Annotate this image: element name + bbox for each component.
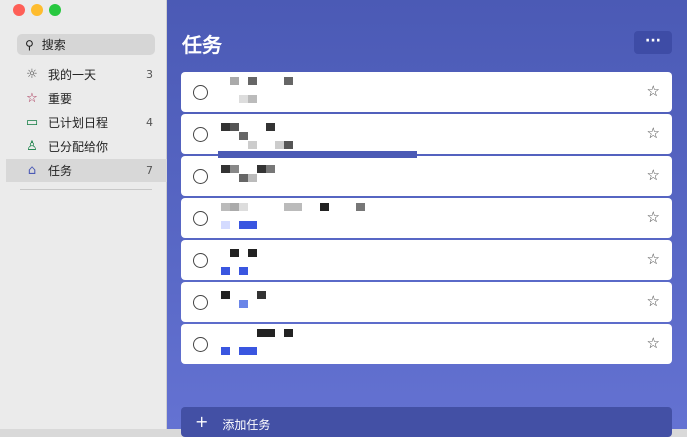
complete-checkbox[interactable] [193, 211, 208, 226]
task-item[interactable]: ☆ [181, 114, 672, 154]
search-label: 搜索 [41, 38, 66, 52]
redacted-title-pixel [257, 329, 266, 337]
sidebar-item-tasks[interactable]: ⌂ 任务 7 [6, 159, 167, 182]
complete-checkbox[interactable] [193, 169, 208, 184]
more-options-button[interactable]: ··· [634, 31, 672, 54]
redacted-title-pixel [356, 203, 365, 211]
add-task-button[interactable]: + 添加任务 [181, 407, 672, 437]
search-input[interactable]: ⚲ 搜索 [17, 34, 155, 55]
redacted-title-pixel [248, 95, 257, 103]
redacted-title-pixel [248, 174, 257, 182]
redaction-bar [218, 151, 417, 158]
redacted-title-pixel [221, 221, 230, 229]
sidebar-item-important[interactable]: ☆ 重要 [6, 87, 167, 110]
redacted-title-pixel [230, 165, 239, 173]
complete-checkbox[interactable] [193, 337, 208, 352]
star-icon[interactable]: ☆ [647, 208, 660, 226]
star-icon[interactable]: ☆ [647, 124, 660, 142]
minimize-button[interactable] [31, 4, 43, 16]
redacted-title-pixel [266, 329, 275, 337]
complete-checkbox[interactable] [193, 127, 208, 142]
close-button[interactable] [13, 4, 25, 16]
sidebar-divider [20, 189, 152, 190]
calendar-icon: ▭ [25, 115, 39, 130]
redacted-title-pixel [230, 203, 239, 211]
sidebar-item-label: 重要 [48, 92, 73, 106]
redacted-title-pixel [257, 165, 266, 173]
redacted-title-pixel [221, 203, 230, 211]
redacted-title-pixel [239, 132, 248, 140]
complete-checkbox[interactable] [193, 253, 208, 268]
redacted-title-pixel [248, 221, 257, 229]
complete-checkbox[interactable] [193, 85, 208, 100]
redacted-title-pixel [248, 141, 257, 149]
redacted-title-pixel [275, 141, 284, 149]
redacted-title-pixel [284, 329, 293, 337]
redacted-title-pixel [221, 123, 230, 131]
redacted-title-pixel [239, 95, 248, 103]
redacted-title-pixel [266, 123, 275, 131]
redacted-title-pixel [248, 77, 257, 85]
redacted-title-pixel [293, 203, 302, 211]
sidebar-item-planned[interactable]: ▭ 已计划日程 4 [6, 111, 167, 134]
task-item[interactable]: ☆ [181, 324, 672, 364]
sidebar-item-label: 任务 [48, 164, 73, 178]
add-task-label: 添加任务 [222, 418, 271, 432]
search-icon: ⚲ [25, 37, 34, 52]
redacted-title-pixel [257, 291, 266, 299]
sidebar-item-count: 3 [146, 68, 153, 81]
redacted-title-pixel [284, 141, 293, 149]
star-icon[interactable]: ☆ [647, 166, 660, 184]
sidebar-item-count: 7 [146, 164, 153, 177]
page-title: 任务 [182, 33, 222, 57]
complete-checkbox[interactable] [193, 295, 208, 310]
redacted-title-pixel [230, 249, 239, 257]
redacted-title-pixel [230, 77, 239, 85]
sidebar-item-label: 已分配给你 [48, 140, 109, 154]
sidebar: ⚲ 搜索 ☼ 我的一天 3 ☆ 重要 ▭ 已计划日程 4 ♙ 已分配给你 ⌂ 任务 7 [0, 0, 167, 429]
zoom-button[interactable] [49, 4, 61, 16]
sidebar-item-count: 4 [146, 116, 153, 129]
star-icon[interactable]: ☆ [647, 292, 660, 310]
redacted-title-pixel [230, 123, 239, 131]
redacted-title-pixel [221, 165, 230, 173]
star-icon[interactable]: ☆ [647, 250, 660, 268]
redacted-title-pixel [239, 267, 248, 275]
task-item[interactable]: ☆ [181, 156, 672, 196]
redacted-title-pixel [248, 249, 257, 257]
redacted-title-pixel [284, 77, 293, 85]
redacted-title-pixel [239, 347, 248, 355]
redacted-title-pixel [248, 347, 257, 355]
redacted-title-pixel [284, 203, 293, 211]
redacted-title-pixel [239, 203, 248, 211]
redacted-title-pixel [239, 221, 248, 229]
star-icon[interactable]: ☆ [647, 82, 660, 100]
star-icon: ☆ [26, 91, 38, 106]
redacted-title-pixel [221, 347, 230, 355]
sidebar-item-my-day[interactable]: ☼ 我的一天 3 [6, 63, 167, 86]
sidebar-item-label: 已计划日程 [48, 116, 109, 130]
task-item[interactable]: ☆ [181, 282, 672, 322]
task-item[interactable]: ☆ [181, 198, 672, 238]
redacted-title-pixel [221, 291, 230, 299]
home-icon: ⌂ [27, 163, 37, 178]
sidebar-item-assigned[interactable]: ♙ 已分配给你 [6, 135, 167, 158]
redacted-title-pixel [266, 165, 275, 173]
plus-icon: + [195, 412, 209, 431]
redacted-title-pixel [320, 203, 329, 211]
redacted-title-pixel [221, 267, 230, 275]
person-icon: ♙ [26, 139, 38, 154]
main-panel: 任务 ··· ☆ ☆ ☆ ☆ ☆ ☆ ☆ + 添加任务 [167, 0, 687, 437]
task-item[interactable]: ☆ [181, 72, 672, 112]
redacted-title-pixel [239, 300, 248, 308]
star-icon[interactable]: ☆ [647, 334, 660, 352]
sun-icon: ☼ [26, 67, 38, 82]
sidebar-item-label: 我的一天 [48, 68, 97, 82]
task-item[interactable]: ☆ [181, 240, 672, 280]
redacted-title-pixel [239, 174, 248, 182]
